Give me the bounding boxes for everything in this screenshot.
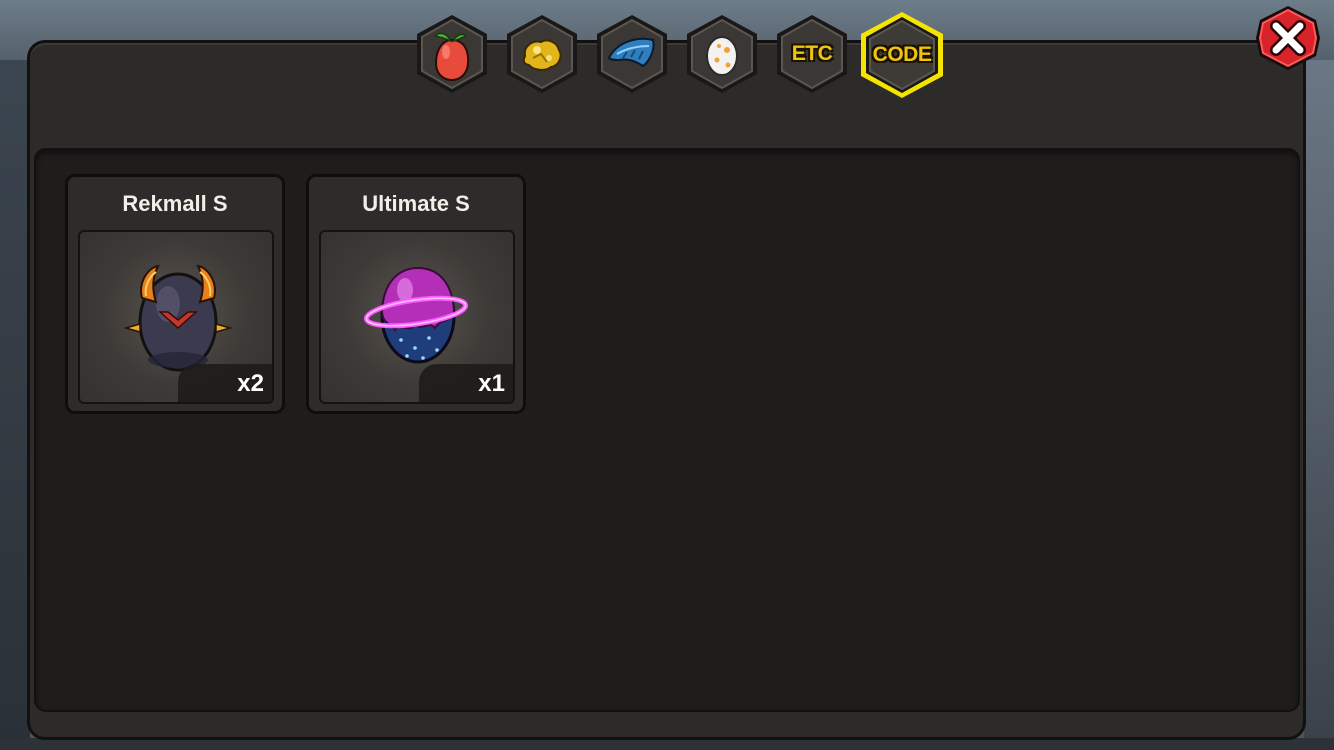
item-name: Ultimate S xyxy=(362,191,470,216)
close-icon xyxy=(1256,6,1320,70)
fruit-icon xyxy=(433,32,470,82)
tab-code-label: CODE xyxy=(872,43,932,66)
item-card[interactable]: Ultimate S x1 xyxy=(306,174,526,414)
tab-fruit[interactable] xyxy=(413,12,491,96)
close-button[interactable] xyxy=(1254,4,1322,72)
egg-icon xyxy=(706,36,738,76)
item-slot: x2 xyxy=(78,230,274,404)
tab-egg[interactable] xyxy=(683,12,761,96)
background-right xyxy=(1304,60,1334,750)
gold-nugget-icon xyxy=(522,39,562,71)
tab-etc-label: ETC xyxy=(791,42,833,65)
item-slot: x1 xyxy=(319,230,515,404)
tab-gold[interactable] xyxy=(503,12,581,96)
item-card[interactable]: Rekmall S x2 xyxy=(65,174,285,414)
tab-etc[interactable]: ETC xyxy=(773,12,851,96)
background-left xyxy=(0,60,30,750)
item-name: Rekmall S xyxy=(122,191,228,216)
tab-feather[interactable] xyxy=(593,12,671,96)
tab-code[interactable]: CODE xyxy=(858,10,946,100)
item-count: x1 xyxy=(419,364,513,402)
feather-icon xyxy=(607,37,655,68)
item-count: x2 xyxy=(178,364,272,402)
